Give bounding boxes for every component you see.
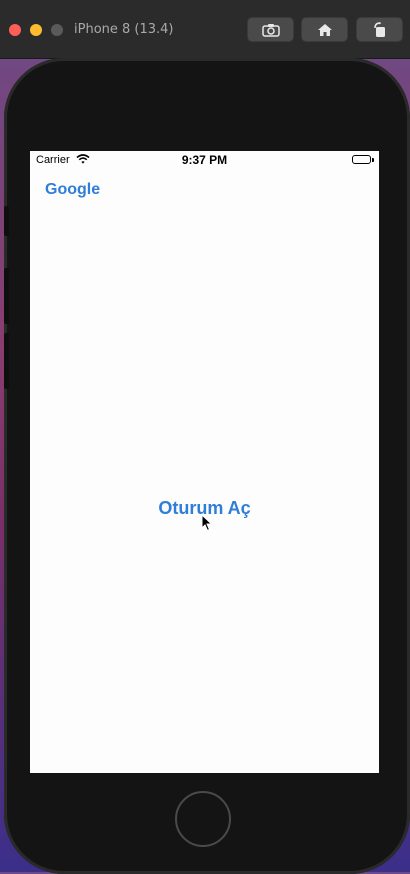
battery-icon	[352, 155, 371, 164]
device-home-button[interactable]	[175, 791, 231, 847]
rotate-button[interactable]	[356, 17, 403, 42]
home-icon	[317, 23, 332, 36]
volume-down-button	[4, 333, 9, 389]
rotate-icon	[373, 21, 385, 37]
screenshot-button[interactable]	[247, 17, 294, 42]
close-window-button[interactable]	[9, 24, 21, 36]
minimize-window-button[interactable]	[30, 24, 42, 36]
status-time: 9:37 PM	[181, 153, 228, 167]
mouse-cursor-icon	[201, 514, 213, 532]
device-screen: Carrier 9:37 PM Google Oturum Aç	[30, 151, 379, 773]
window-title: iPhone 8 (13.4)	[74, 22, 174, 37]
volume-up-button	[4, 268, 9, 324]
zoom-window-button[interactable]	[51, 24, 63, 36]
mute-switch	[4, 206, 9, 236]
google-link[interactable]: Google	[45, 181, 100, 199]
status-bar: Carrier 9:37 PM	[30, 151, 379, 171]
simulator-titlebar: iPhone 8 (13.4)	[0, 0, 410, 59]
home-button-toolbar[interactable]	[301, 17, 348, 42]
battery-tip	[372, 158, 374, 162]
camera-icon	[261, 23, 280, 37]
